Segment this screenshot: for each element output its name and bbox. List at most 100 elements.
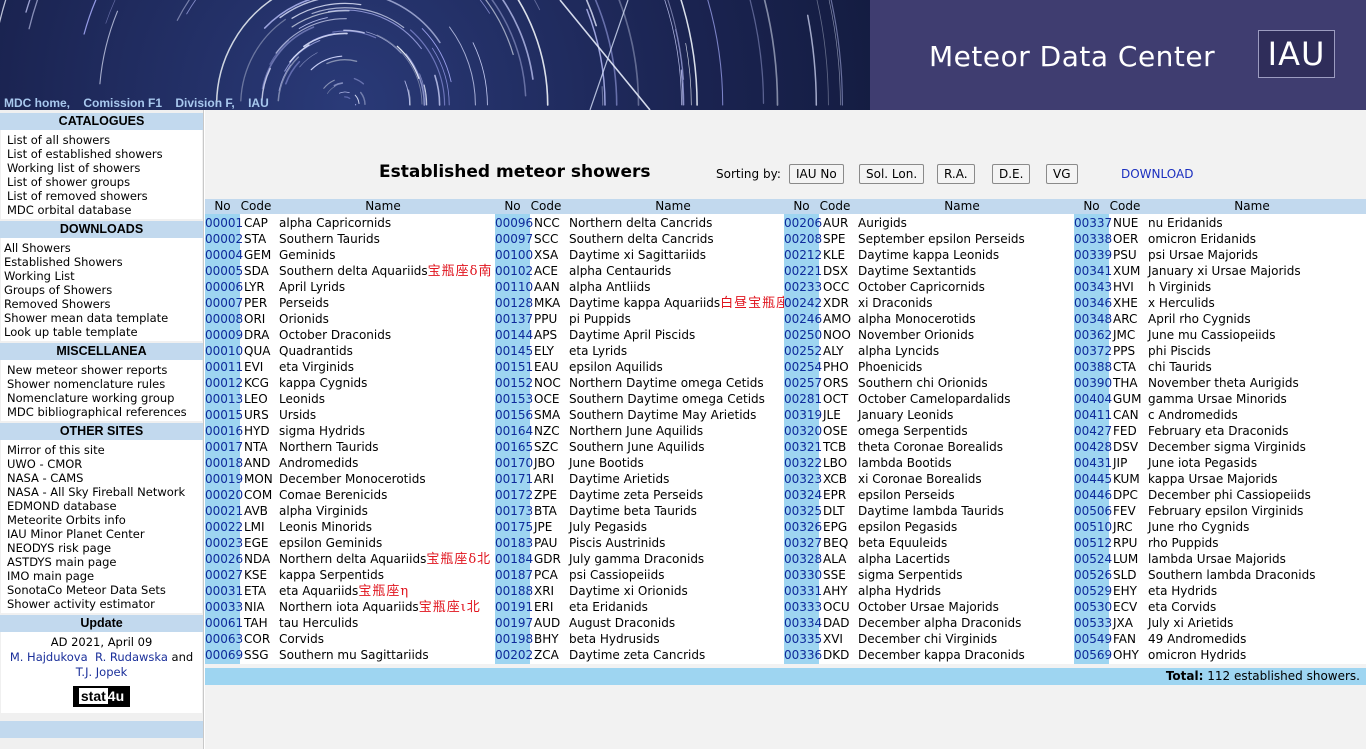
link-minor-planet-center[interactable]: IAU Minor Planet Center (7, 527, 202, 541)
download-lookup-template[interactable]: Look up table template (4, 325, 202, 339)
shower-name[interactable]: alpha Antliids (569, 279, 650, 295)
shower-name[interactable]: Southern delta Aquariids宝瓶座δ南 (279, 263, 492, 279)
shower-name[interactable]: epsilon Perseids (858, 487, 955, 503)
shower-name[interactable]: July xi Arietids (1148, 615, 1233, 631)
shower-name[interactable]: xi Draconids (858, 295, 933, 311)
shower-name[interactable]: Daytime kappa Leonids (858, 247, 999, 263)
shower-name[interactable]: 49 Andromedids (1148, 631, 1246, 647)
link-edmond[interactable]: EDMOND database (7, 499, 202, 513)
shower-name[interactable]: December phi Cassiopeiids (1148, 487, 1311, 503)
shower-name[interactable]: January xi Ursae Majorids (1148, 263, 1301, 279)
shower-name[interactable]: c Andromedids (1148, 407, 1238, 423)
shower-name[interactable]: omicron Hydrids (1148, 647, 1246, 663)
link-sonotaco[interactable]: SonotaCo Meteor Data Sets (7, 583, 202, 597)
shower-name[interactable]: alpha Hydrids (858, 583, 941, 599)
download-groups[interactable]: Groups of Showers (4, 283, 202, 297)
link-new-reports[interactable]: New meteor shower reports (7, 363, 202, 377)
shower-name[interactable]: Daytime kappa Aquariids白昼宝瓶座κ (569, 295, 799, 311)
shower-name[interactable]: February eta Draconids (1148, 423, 1289, 439)
author-jopek[interactable]: T.J. Jopek (76, 665, 127, 679)
shower-name[interactable]: lambda Ursae Majorids (1148, 551, 1286, 567)
nav-iau[interactable]: IAU (248, 96, 269, 110)
shower-name[interactable]: phi Piscids (1148, 343, 1211, 359)
shower-name[interactable]: Quadrantids (279, 343, 353, 359)
shower-name[interactable]: xi Coronae Borealids (858, 471, 982, 487)
shower-name[interactable]: Daytime April Piscids (569, 327, 695, 343)
shower-name[interactable]: eta Corvids (1148, 599, 1216, 615)
shower-name[interactable]: November theta Aurigids (1148, 375, 1299, 391)
shower-name[interactable]: December sigma Virginids (1148, 439, 1306, 455)
shower-name[interactable]: alpha Lacertids (858, 551, 950, 567)
link-bibliography[interactable]: MDC bibliographical references (7, 405, 202, 419)
shower-name[interactable]: April Lyrids (279, 279, 345, 295)
shower-name[interactable]: Daytime Arietids (569, 471, 669, 487)
shower-name[interactable]: alpha Centaurids (569, 263, 671, 279)
shower-name[interactable]: kappa Cygnids (279, 375, 367, 391)
shower-name[interactable]: eta Lyrids (569, 343, 627, 359)
link-nasa-fireball[interactable]: NASA - All Sky Fireball Network (7, 485, 202, 499)
link-meteorite-orbits[interactable]: Meteorite Orbits info (7, 513, 202, 527)
link-nomenclature-group[interactable]: Nomenclature working group (7, 391, 202, 405)
shower-name[interactable]: July Pegasids (569, 519, 647, 535)
link-uwo-cmor[interactable]: UWO - CMOR (7, 457, 202, 471)
shower-name[interactable]: epsilon Aquilids (569, 359, 663, 375)
author-hajdukova[interactable]: M. Hajdukova (10, 650, 88, 664)
shower-name[interactable]: epsilon Geminids (279, 535, 382, 551)
link-list-established-showers[interactable]: List of established showers (7, 147, 202, 161)
shower-name[interactable]: Leonis Minorids (279, 519, 372, 535)
link-nomenclature-rules[interactable]: Shower nomenclature rules (7, 377, 202, 391)
sort-vg-button[interactable]: VG (1046, 164, 1078, 184)
download-mean-data-template[interactable]: Shower mean data template (4, 311, 202, 325)
download-all-showers[interactable]: All Showers (4, 241, 202, 255)
shower-name[interactable]: theta Coronae Borealids (858, 439, 1003, 455)
shower-name[interactable]: chi Taurids (1148, 359, 1212, 375)
shower-name[interactable]: January Leonids (858, 407, 953, 423)
shower-name[interactable]: April rho Cygnids (1148, 311, 1251, 327)
link-astdys[interactable]: ASTDYS main page (7, 555, 202, 569)
shower-name[interactable]: h Virginids (1148, 279, 1211, 295)
shower-name[interactable]: June mu Cassiopeiids (1148, 327, 1276, 343)
shower-name[interactable]: alpha Monocerotids (858, 311, 976, 327)
nav-commission-f1[interactable]: Comission F1 (83, 96, 162, 110)
shower-name[interactable]: Comae Berenicids (279, 487, 387, 503)
shower-name[interactable]: Daytime Sextantids (858, 263, 976, 279)
download-link[interactable]: DOWNLOAD (1121, 167, 1193, 181)
link-imo[interactable]: IMO main page (7, 569, 202, 583)
shower-name[interactable]: December alpha Draconids (858, 615, 1021, 631)
shower-name[interactable]: Southern mu Sagittariids (279, 647, 429, 663)
shower-name[interactable]: Piscis Austrinids (569, 535, 665, 551)
shower-name[interactable]: December kappa Draconids (858, 647, 1025, 663)
shower-name[interactable]: eta Hydrids (1148, 583, 1217, 599)
shower-name[interactable]: August Draconids (569, 615, 675, 631)
shower-name[interactable]: Daytime zeta Cancrids (569, 647, 705, 663)
shower-name[interactable]: October Capricornids (858, 279, 985, 295)
shower-name[interactable]: sigma Hydrids (279, 423, 365, 439)
shower-name[interactable]: Northern delta Cancrids (569, 215, 712, 231)
shower-name[interactable]: Andromedids (279, 455, 358, 471)
shower-name[interactable]: Geminids (279, 247, 336, 263)
shower-name[interactable]: Daytime xi Sagittariids (569, 247, 706, 263)
link-neodys[interactable]: NEODYS risk page (7, 541, 202, 555)
shower-name[interactable]: eta Virginids (279, 359, 354, 375)
download-established-showers[interactable]: Established Showers (4, 255, 202, 269)
sort-sol-lon-button[interactable]: Sol. Lon. (859, 164, 925, 184)
shower-name[interactable]: kappa Ursae Majorids (1148, 471, 1278, 487)
shower-name[interactable]: Northern Taurids (279, 439, 379, 455)
shower-name[interactable]: alpha Virginids (279, 503, 368, 519)
download-removed[interactable]: Removed Showers (4, 297, 202, 311)
link-removed-showers[interactable]: List of removed showers (7, 189, 202, 203)
shower-name[interactable]: Northern delta Aquariids宝瓶座δ北 (279, 551, 491, 567)
shower-name[interactable]: psi Ursae Majorids (1148, 247, 1258, 263)
shower-name[interactable]: Southern Daytime omega Cetids (569, 391, 765, 407)
shower-name[interactable]: September epsilon Perseids (858, 231, 1025, 247)
shower-name[interactable]: alpha Capricornids (279, 215, 391, 231)
shower-name[interactable]: Southern Taurids (279, 231, 380, 247)
link-orbital-database[interactable]: MDC orbital database (7, 203, 202, 217)
shower-name[interactable]: lambda Bootids (858, 455, 952, 471)
link-working-list[interactable]: Working list of showers (7, 161, 202, 175)
shower-name[interactable]: Daytime zeta Perseids (569, 487, 703, 503)
shower-name[interactable]: June iota Pegasids (1148, 455, 1257, 471)
download-working-list[interactable]: Working List (4, 269, 202, 283)
shower-name[interactable]: Aurigids (858, 215, 907, 231)
shower-name[interactable]: Southern Daytime May Arietids (569, 407, 756, 423)
